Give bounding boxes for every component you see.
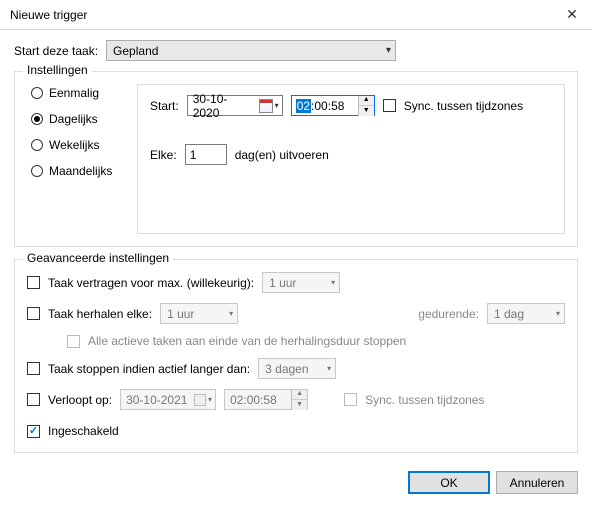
ok-label: OK [440,476,457,490]
close-icon: ✕ [566,6,578,23]
ok-button[interactable]: OK [408,471,490,494]
recur-every-suffix: dag(en) uitvoeren [235,148,329,162]
spin-down-icon: ▼ [359,106,374,116]
duration-combo: 1 dag ▾ [487,303,565,324]
stop-if-combo[interactable]: 3 dagen ▾ [258,358,336,379]
start-date-field[interactable]: 30-10-2020 ▾ [187,95,283,116]
chevron-down-icon: ▾ [275,101,279,110]
time-spinner[interactable]: ▲ ▼ [358,96,374,116]
begin-task-value: Gepland [113,44,158,58]
sync-timezones-label: Sync. tussen tijdzones [404,99,523,113]
advanced-group: Geavanceerde instellingen Taak vertragen… [14,259,578,453]
dialog-footer: OK Annuleren [0,465,592,504]
chevron-down-icon: ▾ [386,45,391,56]
radio-weekly[interactable]: Wekelijks [31,138,137,152]
expire-sync-label: Sync. tussen tijdzones [365,393,484,407]
chevron-down-icon: ▾ [229,309,233,318]
spin-up-icon: ▲ [292,390,307,400]
repeat-combo[interactable]: 1 uur ▾ [160,303,238,324]
enabled-checkbox[interactable] [27,425,40,438]
calendar-icon [194,394,206,406]
schedule-detail-panel: Start: 30-10-2020 ▾ 02:00:58 ▲ [137,84,565,234]
spin-down-icon: ▼ [292,400,307,410]
radio-icon [31,87,43,99]
begin-row: Start deze taak: Gepland ▾ [14,40,578,61]
advanced-legend: Geavanceerde instellingen [23,251,173,265]
expire-time-value: 02:00:58 [230,393,277,407]
stop-if-label: Taak stoppen indien actief langer dan: [48,362,250,376]
stop-all-label: Alle actieve taken aan einde van de herh… [88,334,406,348]
stop-if-value: 3 dagen [265,362,308,376]
radio-weekly-label: Wekelijks [49,138,99,152]
chevron-down-icon: ▾ [556,309,560,318]
window-title: Nieuwe trigger [10,8,552,22]
expire-date-value: 30-10-2021 [126,393,187,407]
delay-combo[interactable]: 1 uur ▾ [262,272,340,293]
repeat-checkbox[interactable] [27,307,40,320]
chevron-down-icon: ▾ [208,395,212,404]
start-date-value: 30-10-2020 [193,92,253,120]
settings-group: Instellingen Eenmalig Dagelijks Wekelijk… [14,71,578,247]
begin-task-label: Start deze taak: [14,44,98,58]
expire-sync-checkbox [344,393,357,406]
stop-if-row: Taak stoppen indien actief langer dan: 3… [27,358,565,379]
dialog-content: Start deze taak: Gepland ▾ Instellingen … [0,30,592,453]
repeat-label: Taak herhalen elke: [48,307,152,321]
repeat-value: 1 uur [167,307,194,321]
begin-task-combo[interactable]: Gepland ▾ [106,40,396,61]
radio-icon [31,113,43,125]
recur-every-label: Elke: [150,148,177,162]
stop-all-checkbox [67,335,80,348]
radio-daily-label: Dagelijks [49,112,98,126]
delay-value: 1 uur [269,276,296,290]
start-line: Start: 30-10-2020 ▾ 02:00:58 ▲ [150,95,552,116]
delay-checkbox[interactable] [27,276,40,289]
expire-label: Verloopt op: [48,393,112,407]
expire-row: Verloopt op: 30-10-2021 ▾ 02:00:58 ▲ ▼ S… [27,389,565,410]
radio-once-label: Eenmalig [49,86,99,100]
chevron-down-icon: ▾ [327,364,331,373]
recur-every-input[interactable]: 1 [185,144,227,165]
delay-row: Taak vertragen voor max. (willekeurig): … [27,272,565,293]
start-time-field[interactable]: 02:00:58 ▲ ▼ [291,95,375,116]
cancel-button[interactable]: Annuleren [496,471,578,494]
radio-icon [31,165,43,177]
calendar-icon [259,99,273,113]
start-time-value: 02:00:58 [296,99,345,113]
duration-value: 1 dag [494,307,524,321]
start-label: Start: [150,99,179,113]
spin-up-icon: ▲ [359,96,374,106]
radio-monthly[interactable]: Maandelijks [31,164,137,178]
settings-legend: Instellingen [23,63,92,77]
radio-daily[interactable]: Dagelijks [31,112,137,126]
close-button[interactable]: ✕ [552,0,592,30]
enabled-label: Ingeschakeld [48,424,119,438]
sync-timezones-checkbox[interactable] [383,99,396,112]
titlebar: Nieuwe trigger ✕ [0,0,592,30]
schedule-radio-group: Eenmalig Dagelijks Wekelijks Maandelijks [27,84,137,234]
stop-if-checkbox[interactable] [27,362,40,375]
radio-monthly-label: Maandelijks [49,164,112,178]
expire-checkbox[interactable] [27,393,40,406]
cancel-label: Annuleren [510,476,565,490]
delay-label: Taak vertragen voor max. (willekeurig): [48,276,254,290]
enabled-row: Ingeschakeld [27,424,565,438]
expire-time-field: 02:00:58 ▲ ▼ [224,389,308,410]
repeat-row: Taak herhalen elke: 1 uur ▾ gedurende: 1… [27,303,565,324]
stop-all-row: Alle actieve taken aan einde van de herh… [27,334,565,348]
expire-date-field: 30-10-2021 ▾ [120,389,216,410]
recur-every-value: 1 [190,148,197,162]
radio-icon [31,139,43,151]
time-spinner: ▲ ▼ [291,390,307,410]
recur-line: Elke: 1 dag(en) uitvoeren [150,144,552,165]
chevron-down-icon: ▾ [331,278,335,287]
duration-label: gedurende: [418,307,479,321]
radio-once[interactable]: Eenmalig [31,86,137,100]
